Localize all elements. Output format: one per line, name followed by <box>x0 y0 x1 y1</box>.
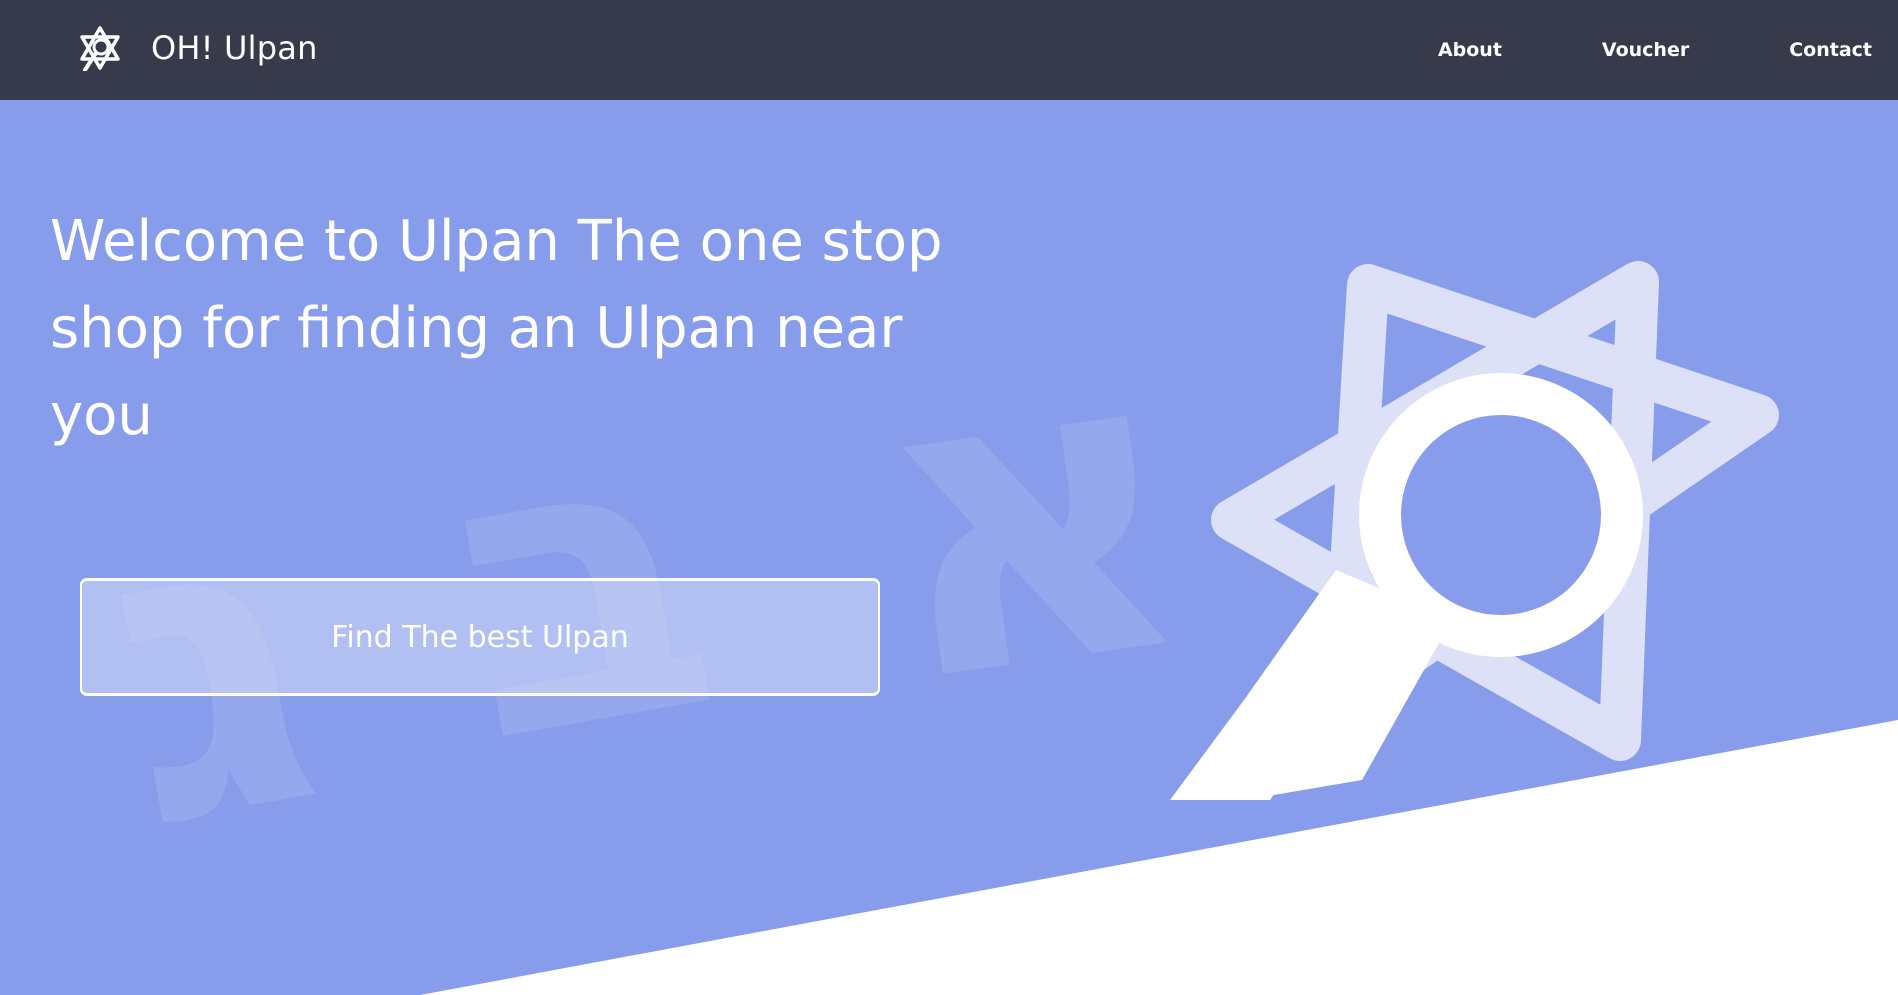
brand-name: OH! Ulpan <box>151 29 318 67</box>
nav-link-contact[interactable]: Contact <box>1789 39 1872 61</box>
brand-link[interactable]: OH! Ulpan <box>77 16 318 80</box>
hero-section: ג ב א Welcome <box>0 100 1898 995</box>
hero-title: Welcome to Ulpan The one stop shop for f… <box>50 209 943 448</box>
star-of-david-icon <box>80 26 120 71</box>
main-nav: About Voucher Contact <box>1438 0 1872 100</box>
nav-link-voucher[interactable]: Voucher <box>1602 39 1689 61</box>
find-ulpan-button[interactable]: Find The best Ulpan <box>80 578 880 696</box>
page: OH! Ulpan About Voucher Contact ג ב א <box>0 0 1898 995</box>
nav-link-about[interactable]: About <box>1438 39 1502 61</box>
top-navbar: OH! Ulpan About Voucher Contact <box>0 0 1898 100</box>
